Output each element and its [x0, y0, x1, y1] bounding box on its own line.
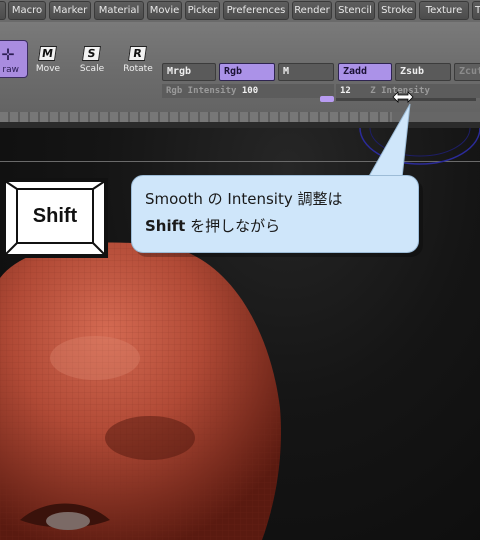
keycap-frame-icon: Shift — [4, 180, 106, 256]
scale-icon: S — [81, 46, 102, 61]
menu-item-marker[interactable]: Marker — [49, 1, 91, 20]
menu-item-macro[interactable]: Macro — [8, 1, 46, 20]
mrgb-button[interactable]: Mrgb — [162, 63, 216, 81]
rgb-intensity-value: 100 — [241, 86, 259, 96]
double-arrow-cursor-icon — [392, 91, 414, 103]
zcut-button[interactable]: Zcut — [454, 63, 480, 81]
menu-item-preferences[interactable]: Preferences — [223, 1, 289, 20]
z-intensity-value: 12 — [340, 86, 351, 96]
zsub-button[interactable]: Zsub — [395, 63, 451, 81]
menu-item-movie[interactable]: Movie — [147, 1, 182, 20]
menu-item-texture[interactable]: Texture — [419, 1, 469, 20]
tip-callout: Smooth の Intensity 調整は Shift を押しながら — [131, 175, 419, 253]
callout-shift-word: Shift — [145, 217, 186, 235]
shift-key-label: Shift — [33, 205, 78, 227]
m-button[interactable]: M — [278, 63, 334, 81]
zadd-button[interactable]: Zadd — [338, 63, 392, 81]
rgb-intensity-slider[interactable]: Rgb Intensity 100 — [162, 84, 334, 98]
head-mesh — [0, 242, 281, 540]
rgb-intensity-label: Rgb Intensity — [166, 86, 237, 96]
draw-button[interactable]: ✛ raw — [0, 40, 28, 78]
menu-item-picker[interactable]: Picker — [185, 1, 220, 20]
callout-line-1: Smooth の Intensity 調整は — [145, 190, 343, 208]
rotate-button[interactable]: R Rotate — [120, 44, 156, 78]
shift-key-graphic: Shift — [2, 178, 108, 258]
callout-tail — [367, 103, 411, 179]
scale-button[interactable]: S Scale — [74, 44, 110, 78]
menu-item-t[interactable]: T — [472, 1, 480, 20]
eye-ball — [46, 512, 90, 530]
menu-bar: Macro Marker Material Movie Picker Prefe… — [0, 0, 480, 22]
menu-item-material[interactable]: Material — [94, 1, 144, 20]
callout-line-2-rest: を押しながら — [185, 217, 281, 235]
menu-item-stroke[interactable]: Stroke — [378, 1, 416, 20]
callout-line-2: Shift を押しながら — [145, 215, 418, 236]
menu-item-stencil[interactable]: Stencil — [335, 1, 375, 20]
move-label: Move — [35, 64, 61, 74]
rgb-intensity-handle[interactable] — [320, 96, 334, 102]
rgb-button[interactable]: Rgb — [219, 63, 275, 81]
move-icon: M — [37, 46, 58, 61]
draw-label: raw — [2, 65, 19, 75]
menu-item-render[interactable]: Render — [292, 1, 332, 20]
forehead-highlight — [50, 336, 140, 380]
move-button[interactable]: M Move — [30, 44, 66, 78]
rotate-label: Rotate — [123, 64, 153, 74]
menu-item-layer[interactable] — [0, 1, 6, 20]
brow-shadow — [105, 416, 195, 460]
draw-cross-icon: ✛ — [1, 45, 15, 64]
scale-label: Scale — [79, 64, 105, 74]
rotate-icon: R — [127, 46, 148, 61]
